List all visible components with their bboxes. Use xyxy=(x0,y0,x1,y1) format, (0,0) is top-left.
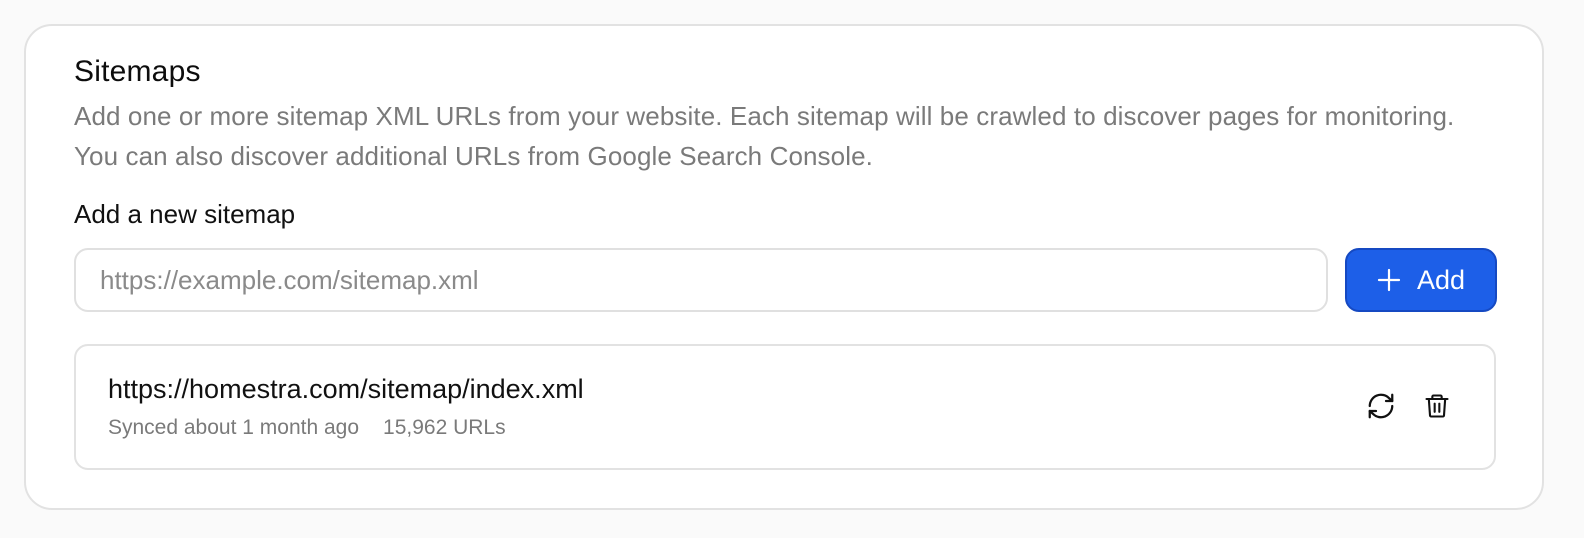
sitemap-meta: Synced about 1 month ago 15,962 URLs xyxy=(108,414,506,442)
section-title: Sitemaps xyxy=(74,55,201,88)
plus-icon xyxy=(1377,268,1401,292)
sitemaps-card: Sitemaps Add one or more sitemap XML URL… xyxy=(24,24,1544,510)
add-button[interactable]: Add xyxy=(1345,248,1497,312)
sitemap-list-item: https://homestra.com/sitemap/index.xml S… xyxy=(74,344,1496,470)
section-description: Add one or more sitemap XML URLs from yo… xyxy=(74,101,1455,171)
trash-icon xyxy=(1423,391,1451,424)
sync-status: Synced about 1 month ago xyxy=(108,416,360,439)
add-sitemap-label: Add a new sitemap xyxy=(74,199,296,229)
sitemap-url-input[interactable] xyxy=(74,248,1328,312)
refresh-icon xyxy=(1366,391,1396,424)
url-count: 15,962 URLs xyxy=(383,416,506,439)
delete-button[interactable] xyxy=(1416,386,1458,428)
add-button-label: Add xyxy=(1416,264,1466,295)
sitemap-url: https://homestra.com/sitemap/index.xml xyxy=(108,374,584,404)
resync-button[interactable] xyxy=(1360,386,1402,428)
